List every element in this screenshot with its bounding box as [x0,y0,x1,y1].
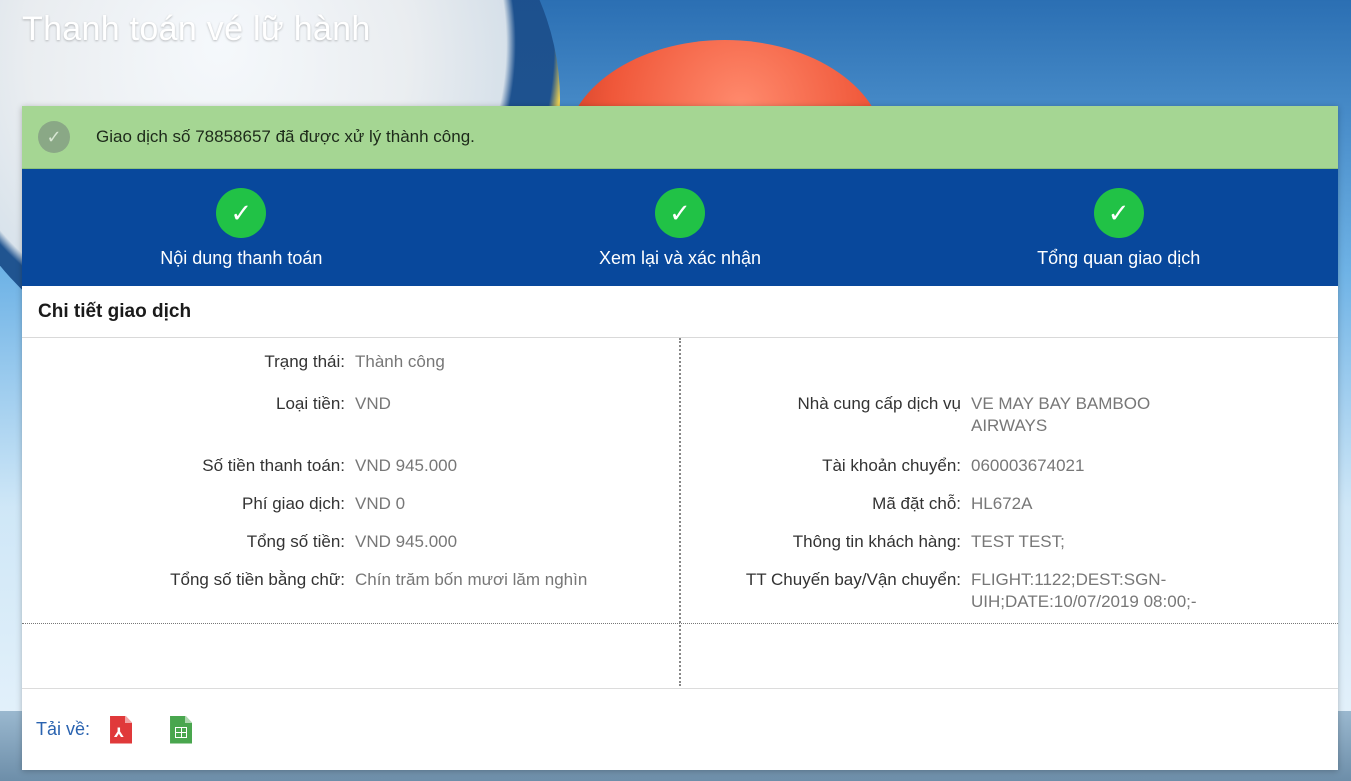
detail-label: TT Chuyến bay/Vận chuyển: [745,570,961,589]
detail-label: Tổng số tiền bằng chữ: [170,570,345,589]
section-title: Chi tiết giao dịch [22,286,1338,338]
detail-row-total: Tổng số tiền: VND 945.000 [22,531,595,553]
step-review-confirm: ✓ Xem lại và xác nhận [461,169,900,286]
detail-value: VE MAY BAY BAMBOO AIRWAYS [971,394,1151,435]
page-title: Thanh toán vé lữ hành [22,10,371,48]
step-label: Nội dung thanh toán [160,248,323,268]
detail-row-fee: Phí giao dịch: VND 0 [22,493,595,515]
detail-value: Chín trăm bốn mươi lăm nghìn [355,570,588,589]
detail-label: Phí giao dịch: [241,494,345,513]
detail-row-payment-amount: Số tiền thanh toán: VND 945.000 [22,455,595,477]
detail-value: VND [355,394,391,413]
detail-label: Tổng số tiền: [246,532,345,551]
success-message: Giao dịch số 78858657 đã được xử lý thàn… [96,127,475,146]
pdf-file-icon[interactable]: ⅄ [110,715,133,744]
detail-value: 060003674021 [971,456,1085,475]
step-transaction-overview: ✓ Tổng quan giao dịch [899,169,1338,286]
detail-value: VND 945.000 [355,532,458,551]
transaction-details: Trạng thái: Thành công Loại tiền: VND Số… [22,338,1338,686]
step-payment-content: ✓ Nội dung thanh toán [22,169,461,286]
detail-row-booking-code: Mã đặt chỗ: HL672A [681,493,1226,515]
transaction-card: ✓ Giao dịch số 78858657 đã được xử lý th… [22,106,1338,770]
download-bar: Tải về: ⅄ [22,688,1338,770]
detail-label: Số tiền thanh toán: [202,456,345,475]
detail-value: FLIGHT:1122;DEST:SGN-UIH;DATE:10/07/2019… [971,570,1197,611]
detail-row-currency: Loại tiền: VND [22,393,595,415]
check-icon: ✓ [1093,188,1144,238]
excel-file-icon[interactable] [170,715,193,744]
detail-row-account: Tài khoản chuyển: 060003674021 [681,455,1226,477]
detail-value: TEST TEST; [971,532,1065,551]
detail-label: Loại tiền: [276,394,345,413]
detail-row-customer-info: Thông tin khách hàng: TEST TEST; [681,531,1226,553]
download-label: Tải về: [36,719,91,739]
detail-value: Thành công [355,352,445,371]
check-icon: ✓ [216,188,267,238]
detail-row-flight-info: TT Chuyến bay/Vận chuyển: FLIGHT:1122;DE… [681,569,1226,613]
detail-label: Thông tin khách hàng: [792,532,961,551]
detail-value: HL672A [971,494,1033,513]
progress-steps: ✓ Nội dung thanh toán ✓ Xem lại và xác n… [22,169,1338,286]
detail-label: Trạng thái: [264,352,345,371]
check-circle-icon: ✓ [38,121,70,153]
detail-label: Nhà cung cấp dịch vụ [797,394,962,413]
step-label: Xem lại và xác nhận [598,248,762,268]
detail-value: VND 0 [355,494,406,513]
detail-value: VND 945.000 [355,456,458,475]
detail-row-status: Trạng thái: Thành công [22,351,595,373]
detail-label: Mã đặt chỗ: [872,494,961,513]
detail-row-provider: Nhà cung cấp dịch vụ VE MAY BAY BAMBOO A… [681,393,1226,437]
check-icon: ✓ [655,188,705,238]
step-label: Tổng quan giao dịch [1037,248,1201,268]
success-alert: ✓ Giao dịch số 78858657 đã được xử lý th… [22,106,1338,169]
detail-label: Tài khoản chuyển: [822,456,961,475]
detail-row-total-in-words: Tổng số tiền bằng chữ: Chín trăm bốn mươ… [22,569,595,591]
